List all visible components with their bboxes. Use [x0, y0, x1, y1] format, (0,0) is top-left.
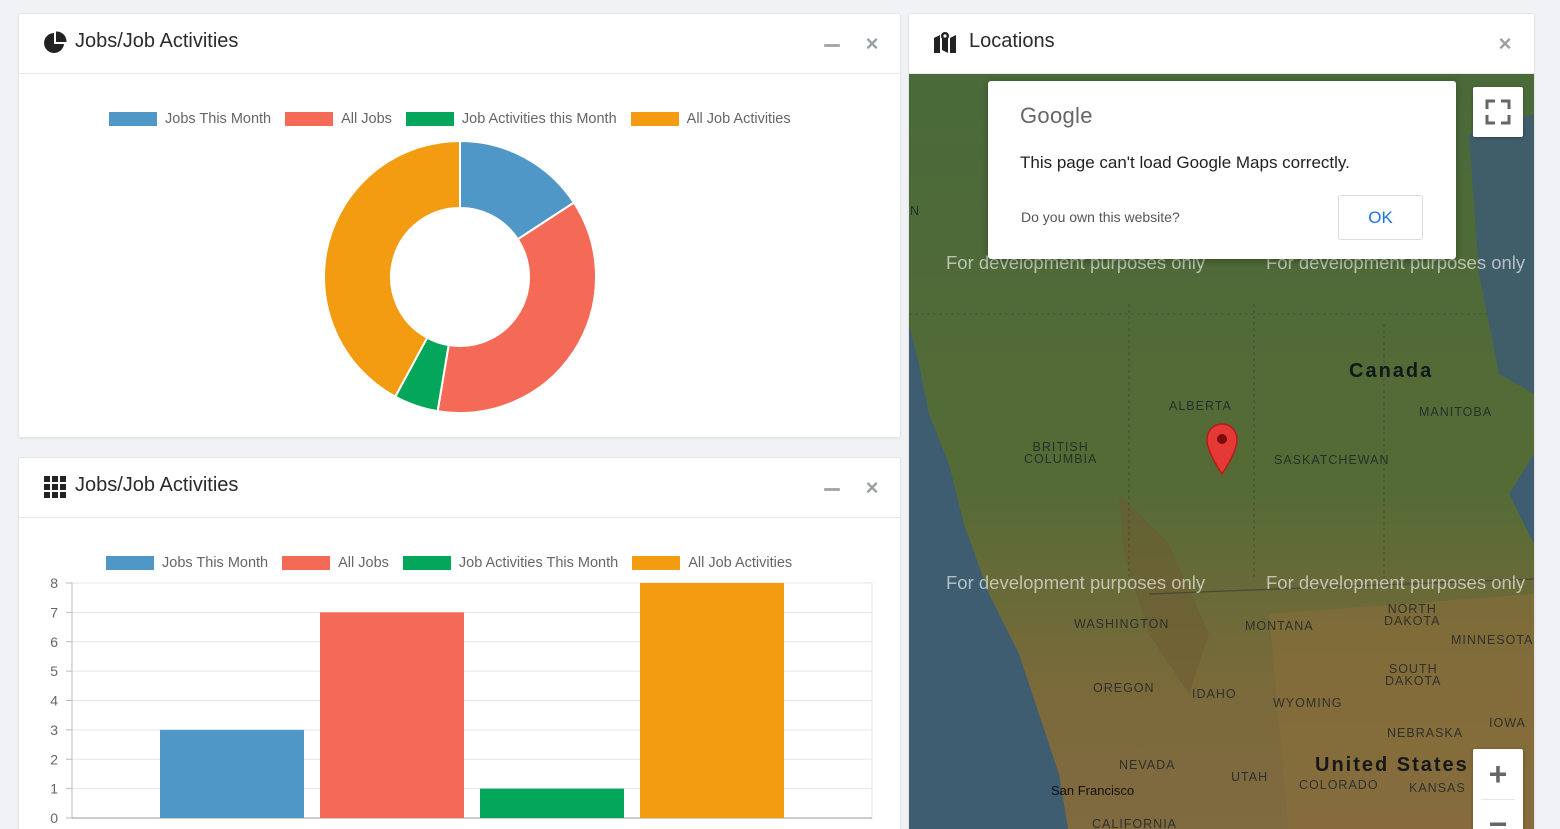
zoom-controls: + −	[1473, 749, 1523, 829]
legend-item[interactable]: All Jobs	[285, 111, 392, 127]
map-label: MANITOBA	[1419, 405, 1493, 419]
map-label: NEVADA	[1119, 758, 1176, 772]
chart-legend: Jobs This Month All Jobs Job Activities …	[109, 111, 805, 127]
legend-label: Job Activities this Month	[461, 111, 617, 127]
fullscreen-icon	[1485, 99, 1511, 125]
maps-error-dialog: Google This page can't load Google Maps …	[988, 81, 1456, 259]
legend-label: Jobs This Month	[162, 555, 269, 571]
panel-title: Locations	[969, 30, 1055, 52]
legend-label: All Job Activities	[688, 555, 793, 571]
map-label: N	[910, 204, 921, 218]
map-label: SOUTH DAKOTA	[1385, 663, 1442, 688]
panel-header: Locations ×	[909, 14, 1534, 74]
legend-label: Jobs This Month	[165, 111, 272, 127]
donut-chart-panel: Jobs/Job Activities × Jobs This Month Al…	[18, 13, 901, 438]
map-label-line: COLUMBIA	[1024, 452, 1098, 466]
panel-title: Jobs/Job Activities	[75, 30, 239, 52]
map-label: NORTH DAKOTA	[1384, 603, 1441, 628]
dialog-question-link[interactable]: Do you own this website?	[1021, 209, 1180, 225]
legend-item[interactable]: All Jobs	[282, 555, 389, 571]
y-tick-label: 0	[50, 810, 58, 826]
legend-item[interactable]: Jobs This Month	[109, 111, 271, 127]
y-tick-label: 5	[50, 663, 58, 679]
map-canvas[interactable]: For development purposes only For develo…	[909, 74, 1534, 829]
bar-chart: 8 7 6 5 4 3 2 1 0	[50, 575, 873, 826]
map-label: Canada	[1349, 360, 1434, 382]
dev-watermark: For development purposes only	[946, 572, 1206, 593]
map-label: WASHINGTON	[1074, 617, 1170, 631]
bar[interactable]	[160, 729, 304, 818]
map-label-line: DAKOTA	[1385, 674, 1442, 688]
close-button[interactable]: ×	[862, 477, 882, 499]
pie-chart-icon	[44, 31, 67, 53]
minimize-button[interactable]	[822, 34, 842, 54]
zoom-out-button[interactable]: −	[1473, 799, 1523, 829]
map-label: OREGON	[1093, 681, 1155, 695]
map-label: United States	[1315, 754, 1469, 776]
map-label: UTAH	[1231, 770, 1269, 784]
bar-chart-panel: Jobs/Job Activities × Jobs This Month Al…	[18, 457, 901, 829]
minimize-button[interactable]	[822, 478, 842, 498]
y-tick-label: 3	[50, 722, 58, 738]
fullscreen-button[interactable]	[1473, 87, 1523, 137]
map-label: MINNESOTA	[1451, 633, 1534, 647]
legend-item[interactable]: All Job Activities	[630, 111, 791, 127]
dialog-message: This page can't load Google Maps correct…	[1020, 153, 1350, 172]
map-label: ALBERTA	[1169, 399, 1232, 413]
map-label: MONTANA	[1245, 619, 1314, 633]
ok-button[interactable]: OK	[1338, 195, 1423, 240]
y-tick-label: 7	[50, 604, 58, 620]
legend-item[interactable]: Job Activities This Month	[402, 555, 619, 571]
map-label: KANSAS	[1409, 781, 1466, 795]
dev-watermark: For development purposes only	[1266, 572, 1526, 593]
y-tick-label: 6	[50, 634, 58, 650]
legend-label: Job Activities This Month	[458, 555, 619, 571]
bar[interactable]	[640, 583, 784, 818]
legend-item[interactable]: Job Activities this Month	[405, 111, 617, 127]
google-logo: Google	[1020, 103, 1093, 128]
close-button[interactable]: ×	[862, 33, 882, 55]
close-button[interactable]: ×	[1495, 33, 1515, 55]
panel-header: Jobs/Job Activities ×	[19, 14, 900, 74]
locations-panel: Locations × For development purposes onl…	[908, 13, 1535, 829]
map-label: COLORADO	[1299, 778, 1379, 792]
legend-label: All Jobs	[338, 555, 389, 571]
map-label: WYOMING	[1273, 696, 1343, 710]
map-label: SASKATCHEWAN	[1274, 453, 1390, 467]
legend-label: All Job Activities	[686, 111, 791, 127]
panel-header: Jobs/Job Activities ×	[19, 458, 900, 518]
map-label-line: DAKOTA	[1384, 614, 1441, 628]
map-label: NEBRASKA	[1387, 726, 1464, 740]
map-label: BRITISH COLUMBIA	[1024, 441, 1098, 466]
y-tick-label: 4	[50, 693, 58, 709]
chart-legend: Jobs This Month All Jobs Job Activities …	[106, 555, 806, 571]
panel-title: Jobs/Job Activities	[75, 474, 239, 496]
legend-item[interactable]: Jobs This Month	[106, 555, 268, 571]
zoom-in-button[interactable]: +	[1473, 749, 1523, 799]
bar[interactable]	[480, 788, 624, 818]
grid-icon	[44, 476, 66, 498]
y-tick-label: 8	[50, 575, 58, 591]
map-icon	[934, 32, 956, 53]
y-tick-label: 1	[50, 781, 58, 797]
donut-chart	[323, 139, 597, 414]
y-tick-label: 2	[50, 751, 58, 767]
map-label: San Francisco	[1051, 783, 1135, 798]
map-marker-icon[interactable]	[1205, 422, 1239, 476]
map-label: IDAHO	[1192, 687, 1237, 701]
bar[interactable]	[320, 612, 464, 818]
map-label: CALIFORNIA	[1092, 817, 1178, 829]
legend-label: All Jobs	[341, 111, 392, 127]
legend-item[interactable]: All Job Activities	[632, 555, 792, 571]
map-label: IOWA	[1489, 716, 1526, 730]
